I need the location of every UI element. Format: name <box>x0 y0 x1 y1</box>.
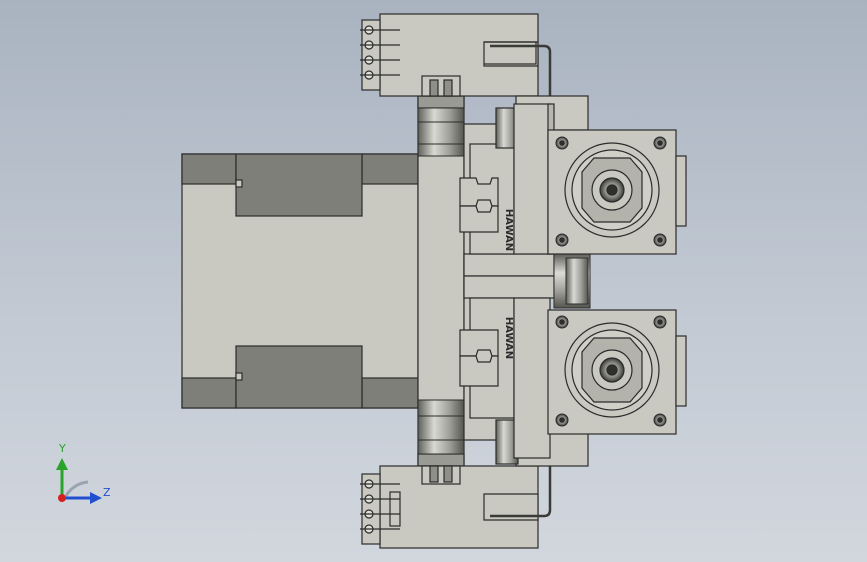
triad-z-arrowhead <box>90 492 102 504</box>
gear-motor-lower[interactable] <box>547 309 687 435</box>
model-view[interactable]: HAWAN HAWAN <box>0 0 867 562</box>
graphics-viewport[interactable]: HAWAN HAWAN Y Z <box>0 0 867 562</box>
part-label-upper: HAWAN <box>503 209 514 251</box>
drive-gear-lower[interactable] <box>417 399 465 455</box>
limit-switch-bottom[interactable] <box>360 465 552 549</box>
feed-tube[interactable] <box>553 253 591 309</box>
triad-z-label: Z <box>103 486 111 499</box>
triad-y-label: Y <box>59 442 66 455</box>
coordinate-triad <box>56 458 102 504</box>
limit-switch-top[interactable] <box>360 13 552 97</box>
gear-motor-upper[interactable] <box>547 129 687 255</box>
drive-gear-upper[interactable] <box>417 107 465 157</box>
triad-y-arrowhead <box>56 458 68 470</box>
part-label-lower: HAWAN <box>503 317 514 359</box>
stepper-motor[interactable] <box>181 153 419 409</box>
